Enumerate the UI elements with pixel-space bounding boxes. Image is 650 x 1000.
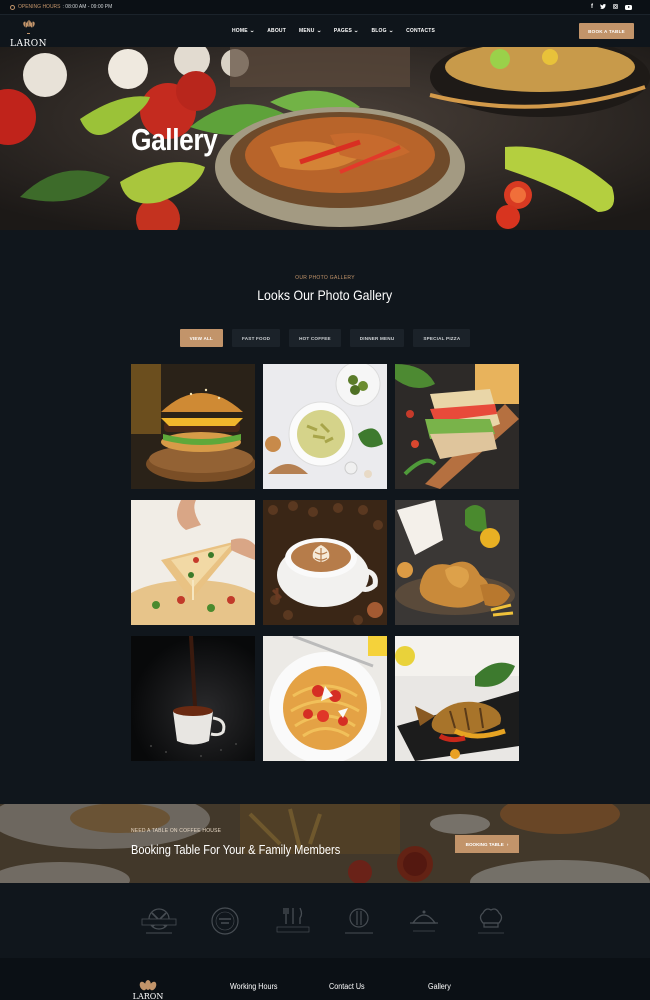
chevron-down-icon: ⌄	[353, 28, 360, 34]
gallery-photo-coffee-pour[interactable]	[131, 636, 255, 761]
filter-fast-food[interactable]: FAST FOOD	[232, 329, 281, 347]
social-links: f	[591, 3, 632, 11]
page: OPENING HOURS : 08:00 AM - 09:00 PM f LA…	[0, 0, 650, 1000]
main-nav: LARON HOME ⌄ ABOUT MENU ⌄ PAGES ⌄ BLOG ⌄ CON…	[0, 15, 650, 49]
brand-logo-food-icon	[141, 908, 177, 934]
footer-logo-text: LARON	[133, 992, 164, 1000]
brand-logo-cutlery-icon	[276, 907, 310, 933]
youtube-icon[interactable]	[625, 4, 632, 10]
hero-banner: Gallery	[0, 47, 650, 230]
gallery-photo-latte[interactable]	[263, 500, 387, 625]
brand-logo-restaurant-icon	[211, 907, 239, 935]
footer-contact-title: Contact Us	[329, 982, 365, 991]
gallery-photo-grilled-fish[interactable]	[395, 636, 519, 761]
clock-icon	[10, 4, 15, 10]
chevron-down-icon: ⌄	[388, 28, 394, 34]
chevron-right-icon: ›	[506, 841, 509, 847]
filter-view-all[interactable]: VIEW ALL	[179, 329, 224, 347]
gallery-photo-spaghetti[interactable]	[263, 636, 387, 761]
section-heading: Looks Our Photo Gallery	[257, 287, 393, 303]
nav-item-pages[interactable]: PAGES ⌄	[334, 28, 359, 34]
coffee-beans-icon	[23, 20, 35, 28]
twitter-icon[interactable]	[600, 3, 606, 11]
footer: LARON Working Hours Contact Us Gallery	[0, 958, 650, 1000]
hero-food-image	[0, 47, 650, 230]
filter-special-pizza[interactable]: SPECIAL PIZZA	[413, 329, 471, 347]
gallery-grid	[131, 364, 519, 761]
gallery-photo-sandwich[interactable]	[395, 364, 519, 489]
footer-working-hours-title: Working Hours	[230, 982, 278, 991]
brand-logo-chef-hat-icon	[478, 908, 504, 934]
nav-item-menu[interactable]: MENU ⌄	[299, 28, 321, 34]
brand-logo-cloche-icon	[410, 910, 438, 932]
instagram-icon[interactable]	[613, 3, 618, 11]
filter-dinner-menu[interactable]: DINNER MENU	[349, 329, 405, 347]
booking-eyebrow: NEED A TABLE ON COFFEE HOUSE	[131, 828, 222, 834]
opening-hours-value: : 08:00 AM - 09:00 PM	[62, 4, 113, 10]
brand-logo-plate-icon	[345, 908, 373, 934]
nav-item-home[interactable]: HOME ⌄	[232, 28, 255, 34]
top-bar: OPENING HOURS : 08:00 AM - 09:00 PM f	[0, 0, 650, 15]
booking-banner: NEED A TABLE ON COFFEE HOUSE Booking Tab…	[0, 804, 650, 883]
footer-gallery-title: Gallery	[428, 982, 451, 991]
chevron-down-icon: ⌄	[315, 28, 322, 34]
brand-logos	[0, 883, 650, 958]
nav-item-blog[interactable]: BLOG ⌄	[371, 28, 393, 34]
footer-logo[interactable]: LARON	[131, 980, 165, 1000]
gallery-filters: VIEW ALL FAST FOOD HOT COFFEE DINNER MEN…	[0, 329, 650, 347]
nav-item-about[interactable]: ABOUT	[267, 28, 286, 34]
book-table-button[interactable]: BOOK A TABLE	[579, 23, 634, 39]
nav-menu: HOME ⌄ ABOUT MENU ⌄ PAGES ⌄ BLOG ⌄ CONTACTS	[232, 15, 435, 47]
booking-table-button[interactable]: BOOKING TABLE ›	[455, 835, 519, 853]
gallery-photo-pizza[interactable]	[131, 500, 255, 625]
nav-item-contacts[interactable]: CONTACTS	[406, 28, 435, 34]
gallery-photo-penne[interactable]	[263, 364, 387, 489]
opening-hours-label: OPENING HOURS	[18, 4, 61, 10]
gallery-photo-fried-chicken[interactable]	[395, 500, 519, 625]
opening-hours: OPENING HOURS : 08:00 AM - 09:00 PM	[10, 4, 112, 10]
facebook-icon[interactable]: f	[591, 4, 593, 10]
gallery-photo-burger[interactable]	[131, 364, 255, 489]
gallery-section: OUR PHOTO GALLERY Looks Our Photo Galler…	[0, 230, 650, 804]
filter-hot-coffee[interactable]: HOT COFFEE	[289, 329, 341, 347]
logo[interactable]: LARON	[10, 18, 47, 49]
booking-title: Booking Table For Your & Family Members	[131, 842, 341, 857]
section-eyebrow: OUR PHOTO GALLERY	[295, 275, 355, 281]
page-title: Gallery	[131, 122, 218, 157]
chevron-down-icon: ⌄	[249, 28, 255, 34]
